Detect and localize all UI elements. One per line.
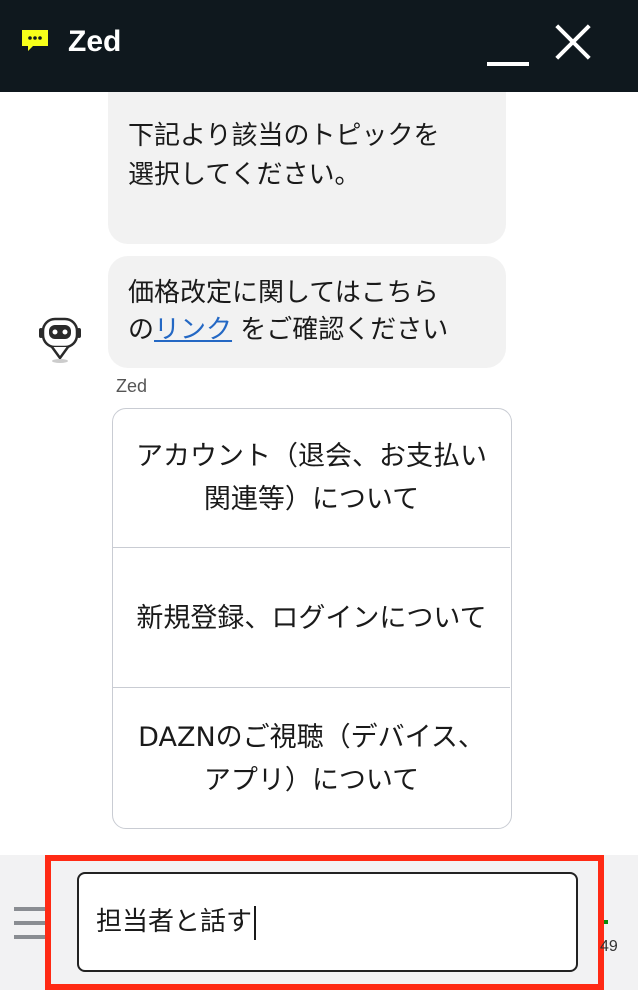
- header-title: Zed: [68, 25, 122, 58]
- bot-message: 価格改定に関してはこちら のリンク をご確認ください: [108, 256, 506, 368]
- bot-message: す。 下記より該当のトピックを 選択してください。: [108, 92, 506, 244]
- chat-bubble-icon: [22, 30, 48, 51]
- message-text: 価格改定に関してはこちら: [128, 278, 439, 308]
- minimize-button[interactable]: [487, 30, 529, 66]
- menu-button[interactable]: [14, 907, 48, 939]
- price-revision-link[interactable]: リンク: [154, 315, 232, 345]
- bot-avatar-icon: [39, 317, 81, 363]
- message-list[interactable]: す。 下記より該当のトピックを 選択してください。 価格改定に関してはこちら の…: [0, 92, 638, 855]
- quick-reply-list: アカウント（退会、お支払い関連等）について 新規登録、ログインについて DAZN…: [112, 408, 512, 829]
- message-text: のリンク をご確認ください: [128, 315, 449, 345]
- close-button[interactable]: [553, 22, 593, 62]
- quick-reply-account[interactable]: アカウント（退会、お支払い関連等）について: [113, 409, 510, 548]
- minimize-icon: [487, 62, 529, 66]
- quick-reply-signup-login[interactable]: 新規登録、ログインについて: [113, 549, 510, 688]
- quick-reply-viewing[interactable]: DAZNのご視聴（デバイス、アプリ）について: [113, 689, 510, 828]
- highlight-box: [45, 855, 604, 990]
- hamburger-icon: [14, 907, 48, 911]
- chat-header: Zed: [0, 0, 638, 92]
- message-text: 下記より該当のトピックを: [128, 121, 440, 151]
- message-text: 選択してください。: [128, 160, 361, 190]
- sender-label: Zed: [116, 376, 148, 396]
- status-dot: [604, 920, 608, 924]
- character-counter: 49: [600, 938, 618, 955]
